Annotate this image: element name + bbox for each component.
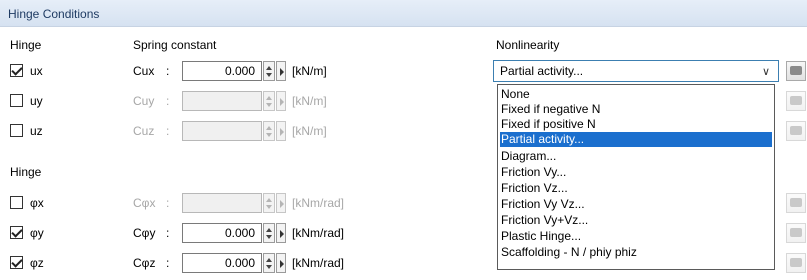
- cphiy-input[interactable]: 0.000: [182, 223, 262, 243]
- spin-up-icon: [266, 258, 272, 262]
- hinge-phix-label: φx: [30, 196, 44, 210]
- spring-cux-label: Cux: [133, 64, 155, 78]
- spring-cphix-label: Cφx: [133, 196, 156, 210]
- cuz-unit: [kN/m]: [292, 124, 327, 138]
- spin-down-icon: [266, 133, 272, 137]
- edit-dialog-icon: [790, 198, 802, 207]
- edit-dialog-icon: [790, 258, 802, 267]
- nonlinearity-dropdown-list: None Fixed if negative N Fixed if positi…: [497, 84, 775, 270]
- dropdown-option[interactable]: Friction Vy Vz...: [500, 197, 772, 212]
- hinge-uy-checkbox[interactable]: [10, 94, 23, 107]
- dropdown-option[interactable]: Fixed if positive N: [500, 117, 772, 132]
- edit-dialog-icon: [790, 228, 802, 237]
- cphix-arrow-button[interactable]: [276, 193, 286, 213]
- cux-spinner[interactable]: [263, 61, 275, 81]
- cphiz-arrow-button[interactable]: [276, 253, 286, 273]
- cuy-spinner[interactable]: [263, 91, 275, 111]
- nonlinearity-select[interactable]: Partial activity... ∨: [493, 60, 779, 82]
- edit-nonlinearity-button[interactable]: [786, 193, 806, 213]
- cphiy-spinner[interactable]: [263, 223, 275, 243]
- cphix-input[interactable]: [182, 193, 262, 213]
- spin-up-icon: [266, 96, 272, 100]
- cphiz-unit: [kNm/rad]: [292, 256, 345, 270]
- hinge-phiz-checkbox[interactable]: [10, 256, 23, 269]
- spring-cphiz-label: Cφz: [133, 256, 156, 270]
- cphiz-spinner[interactable]: [263, 253, 275, 273]
- colon-label: :: [166, 124, 170, 138]
- cphix-spinner[interactable]: [263, 193, 275, 213]
- spin-down-icon: [266, 235, 272, 239]
- chevron-down-icon: ∨: [761, 66, 770, 78]
- edit-nonlinearity-button[interactable]: [786, 253, 806, 273]
- cuy-arrow-button[interactable]: [276, 91, 286, 111]
- cuz-spinner[interactable]: [263, 121, 275, 141]
- hinge-rotation-group-header: Hinge: [10, 165, 42, 179]
- spin-up-icon: [266, 198, 272, 202]
- cuz-arrow-button[interactable]: [276, 121, 286, 141]
- spin-down-icon: [266, 205, 272, 209]
- spin-down-icon: [266, 265, 272, 269]
- hinge-phiy-label: φy: [30, 226, 44, 240]
- nonlinearity-select-value: Partial activity...: [500, 64, 584, 78]
- nonlinearity-column-header: Nonlinearity: [496, 38, 560, 52]
- spin-up-icon: [266, 228, 272, 232]
- cux-unit: [kN/m]: [292, 64, 327, 78]
- hinge-ux-label: ux: [30, 64, 43, 78]
- edit-nonlinearity-button[interactable]: [786, 61, 806, 81]
- spring-cphiy-label: Cφy: [133, 226, 156, 240]
- spring-constant-column-header: Spring constant: [133, 38, 217, 52]
- cphiy-arrow-button[interactable]: [276, 223, 286, 243]
- cux-arrow-button[interactable]: [276, 61, 286, 81]
- cphix-unit: [kNm/rad]: [292, 196, 345, 210]
- edit-nonlinearity-button[interactable]: [786, 91, 806, 111]
- spring-cuz-label: Cuz: [133, 124, 155, 138]
- edit-nonlinearity-button[interactable]: [786, 121, 806, 141]
- colon-label: :: [166, 226, 170, 240]
- hinge-phiz-label: φz: [30, 256, 44, 270]
- cuy-unit: [kN/m]: [292, 94, 327, 108]
- dropdown-option-selected[interactable]: Partial activity...: [500, 132, 772, 147]
- spin-down-icon: [266, 73, 272, 77]
- spring-cuy-label: Cuy: [133, 94, 155, 108]
- cuy-input[interactable]: [182, 91, 262, 111]
- dropdown-option[interactable]: Plastic Hinge...: [500, 229, 772, 244]
- section-header: [0, 0, 807, 27]
- spin-down-icon: [266, 103, 272, 107]
- cuz-input[interactable]: [182, 121, 262, 141]
- hinge-column-header: Hinge: [10, 38, 42, 52]
- hinge-phiy-checkbox[interactable]: [10, 226, 23, 239]
- colon-label: :: [166, 94, 170, 108]
- dropdown-option[interactable]: Friction Vz...: [500, 181, 772, 196]
- hinge-uz-label: uz: [30, 124, 43, 138]
- cphiz-input[interactable]: 0.000: [182, 253, 262, 273]
- dropdown-option[interactable]: Fixed if negative N: [500, 102, 772, 117]
- hinge-uy-label: uy: [30, 94, 43, 108]
- cphiy-unit: [kNm/rad]: [292, 226, 345, 240]
- edit-dialog-icon: [790, 96, 802, 105]
- edit-nonlinearity-button[interactable]: [786, 223, 806, 243]
- edit-dialog-icon: [790, 66, 802, 75]
- dropdown-option[interactable]: Friction Vy...: [500, 165, 772, 180]
- dropdown-option[interactable]: None: [500, 87, 772, 102]
- section-title: Hinge Conditions: [8, 7, 100, 21]
- spin-up-icon: [266, 66, 272, 70]
- cux-input[interactable]: 0.000: [182, 61, 262, 81]
- dropdown-option[interactable]: Friction Vy+Vz...: [500, 213, 772, 228]
- dropdown-option[interactable]: Diagram...: [500, 149, 772, 164]
- hinge-phix-checkbox[interactable]: [10, 196, 23, 209]
- colon-label: :: [166, 256, 170, 270]
- colon-label: :: [166, 196, 170, 210]
- edit-dialog-icon: [790, 126, 802, 135]
- hinge-ux-checkbox[interactable]: [10, 64, 23, 77]
- dropdown-option[interactable]: Scaffolding - N / phiy phiz: [500, 245, 772, 260]
- hinge-uz-checkbox[interactable]: [10, 124, 23, 137]
- spin-up-icon: [266, 126, 272, 130]
- colon-label: :: [166, 64, 170, 78]
